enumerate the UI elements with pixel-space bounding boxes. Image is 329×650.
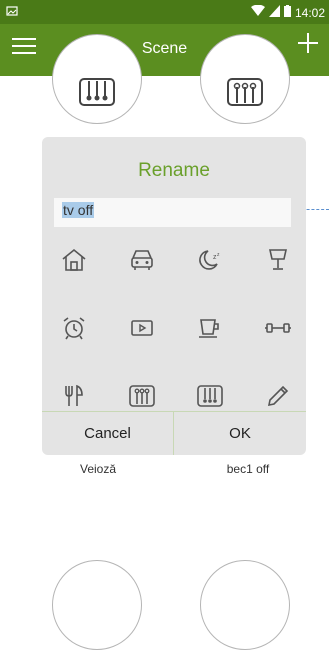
battery-icon [283,5,291,20]
signal-icon [268,5,280,20]
image-notification-icon [6,5,18,20]
night-icon[interactable]: zz [195,245,225,275]
scene-tile-2[interactable] [200,34,290,124]
svg-text:z: z [217,252,220,258]
scene-label-1: Veioză [79,462,117,476]
scene-tile-6[interactable] [200,560,290,650]
sliders-down-icon [78,77,116,112]
sliders-up-icon[interactable] [127,381,157,411]
status-bar: 14:02 [0,0,329,24]
name-input[interactable]: tv off [54,198,291,227]
coffee-cup-icon[interactable] [195,313,225,343]
home-icon[interactable] [59,245,89,275]
dumbbell-icon[interactable] [263,313,293,343]
wifi-icon [250,4,265,20]
lamp-icon[interactable] [263,245,293,275]
add-scene-button[interactable] [297,32,319,59]
scene-tile-5[interactable] [52,560,142,650]
ok-button[interactable]: OK [174,411,306,455]
cancel-button[interactable]: Cancel [42,411,173,455]
rename-dialog: Rename tv off zz Cancel OK [42,137,306,455]
scene-tile-1[interactable] [52,34,142,124]
sliders-up-icon [226,77,264,112]
utensils-icon[interactable] [59,381,89,411]
alarm-clock-icon[interactable] [59,313,89,343]
scene-label-2: bec1 off [226,462,270,476]
clock: 14:02 [294,5,325,20]
play-icon[interactable] [127,313,157,343]
sliders-down-icon[interactable] [195,381,225,411]
car-icon[interactable] [127,245,157,275]
name-input-value: tv off [62,202,95,218]
dialog-title: Rename [138,160,210,181]
pencil-icon[interactable] [263,381,293,411]
